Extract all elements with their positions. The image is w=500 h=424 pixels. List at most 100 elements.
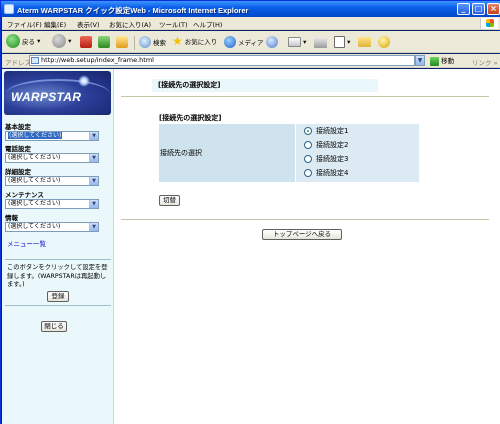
home-icon: [116, 36, 128, 48]
search-icon: [139, 36, 151, 48]
section-label: 基本設定: [5, 123, 31, 131]
back-icon: [6, 34, 20, 48]
chevron-down-icon: ▼: [89, 200, 98, 208]
forward-button[interactable]: ▾: [52, 34, 71, 50]
register-help-box: このボタンをクリックして設定を登録します。(WARPSTARは再起動します。) …: [5, 259, 111, 306]
basic-settings-select[interactable]: (選択してください) ▼: [5, 131, 99, 141]
section-maintenance: メンテナンス (選択してください) ▼: [5, 191, 111, 209]
chevron-down-icon: ▼: [89, 177, 98, 185]
title-bar[interactable]: Aterm WARPSTAR クイック設定Web - Microsoft Int…: [1, 1, 500, 17]
menu-tools[interactable]: ツール(T): [159, 19, 188, 29]
go-label: 移動: [441, 57, 455, 65]
section-info: 情報 (選択してください) ▼: [5, 214, 111, 232]
sidebar: WARPSTAR 基本設定 (選択してください) ▼ 電話設定 (選択してくださ…: [2, 69, 114, 424]
section-title: [接続先の選択設定]: [159, 114, 222, 122]
select-value: (選択してください): [8, 177, 61, 184]
home-button[interactable]: [116, 36, 128, 52]
register-help-text: このボタンをクリックして設定を登録します。(WARPSTARは再起動します。): [7, 264, 108, 288]
favorites-button[interactable]: ★ お気に入り: [172, 34, 217, 50]
maximize-button[interactable]: □: [472, 3, 485, 15]
close-button[interactable]: 閉じる: [41, 321, 67, 332]
chevron-down-icon: ▼: [89, 132, 98, 140]
refresh-button[interactable]: [98, 36, 110, 52]
page-title: [接続先の選択設定]: [152, 79, 378, 92]
connection-options: 接続設定1 接続設定2 接続設定3 接続設定4: [295, 124, 419, 182]
section-label: メンテナンス: [5, 191, 44, 199]
toolbar-separator: [134, 36, 135, 52]
radio-checked-icon[interactable]: [304, 127, 312, 135]
section-label: 電話設定: [5, 145, 31, 153]
menu-favorites[interactable]: お気に入り(A): [109, 19, 151, 29]
section-advanced: 詳細設定 (選択してください) ▼: [5, 168, 111, 186]
minimize-button[interactable]: _: [457, 3, 470, 15]
favorites-icon: ★: [172, 34, 183, 48]
logo-text: WARPSTAR: [11, 90, 82, 104]
links-button[interactable]: リンク »: [472, 57, 498, 67]
section-phone: 電話設定 (選択してください) ▼: [5, 145, 111, 163]
section-basic: 基本設定 (選択してください) ▼: [5, 123, 111, 141]
divider: [121, 219, 489, 220]
stop-button[interactable]: [80, 36, 92, 52]
menu-help[interactable]: ヘルプ(H): [193, 19, 222, 29]
chevron-down-icon: ▼: [89, 154, 98, 162]
maintenance-select[interactable]: (選択してください) ▼: [5, 199, 99, 209]
edit-icon: [334, 36, 345, 48]
select-value: (選択してください): [8, 200, 61, 207]
row-label: 接続先の選択: [159, 124, 295, 182]
register-button[interactable]: 登録: [47, 291, 69, 302]
stop-icon: [80, 36, 92, 48]
select-value: (選択してください): [8, 154, 61, 161]
go-arrow-icon: [430, 56, 439, 66]
menu-view[interactable]: 表示(V): [77, 19, 100, 29]
main-panel: [接続先の選択設定] [接続先の選択設定] 接続先の選択 接続設定1 接続設定2…: [115, 69, 500, 424]
address-url: http://web.setup/index_frame.html: [41, 56, 154, 64]
option-connection-3[interactable]: 接続設定3: [304, 153, 348, 165]
section-label: 詳細設定: [5, 168, 31, 176]
page-content: WARPSTAR 基本設定 (選択してください) ▼ 電話設定 (選択してくださ…: [2, 69, 500, 424]
close-window-button[interactable]: ×: [487, 3, 500, 15]
logo-star-icon: [78, 75, 90, 87]
browser-window: Aterm WARPSTAR クイック設定Web - Microsoft Int…: [0, 0, 500, 424]
advanced-settings-select[interactable]: (選択してください) ▼: [5, 176, 99, 186]
select-value: (選択してください): [8, 223, 61, 230]
search-button[interactable]: 検索: [139, 36, 166, 52]
select-value: (選択してください): [8, 132, 63, 139]
radio-icon[interactable]: [304, 141, 312, 149]
media-button[interactable]: メディア: [224, 36, 264, 52]
radio-icon[interactable]: [304, 169, 312, 177]
folder-button[interactable]: [358, 37, 371, 53]
option-connection-1[interactable]: 接続設定1: [304, 125, 348, 137]
chevron-down-icon: ▼: [89, 223, 98, 231]
media-icon: [224, 36, 236, 48]
menu-edit[interactable]: 編集(E): [44, 19, 66, 29]
back-to-top-button[interactable]: トップページへ戻る: [262, 229, 342, 240]
option-label: 接続設定4: [316, 169, 349, 177]
menu-list-link[interactable]: メニュー一覧: [7, 238, 46, 248]
option-label: 接続設定2: [316, 141, 349, 149]
radio-icon[interactable]: [304, 155, 312, 163]
option-label: 接続設定1: [316, 127, 349, 135]
messenger-button[interactable]: [378, 36, 390, 52]
ie-icon: [4, 4, 14, 14]
history-icon: [266, 36, 278, 48]
page-icon: [31, 57, 39, 64]
mail-button[interactable]: ▾: [288, 37, 306, 53]
info-select[interactable]: (選択してください) ▼: [5, 222, 99, 232]
address-input[interactable]: http://web.setup/index_frame.html: [29, 55, 415, 66]
address-bar: アドレス(D) http://web.setup/index_frame.htm…: [2, 54, 500, 68]
connection-select-table: 接続先の選択 接続設定1 接続設定2 接続設定3 接続設定4: [159, 124, 419, 182]
switch-button[interactable]: 切替: [159, 195, 180, 206]
print-button[interactable]: [314, 37, 327, 53]
edit-button[interactable]: ▾: [334, 36, 350, 52]
option-connection-2[interactable]: 接続設定2: [304, 139, 348, 151]
phone-settings-select[interactable]: (選択してください) ▼: [5, 153, 99, 163]
option-label: 接続設定3: [316, 155, 349, 163]
option-connection-4[interactable]: 接続設定4: [304, 167, 348, 179]
refresh-icon: [98, 36, 110, 48]
menu-file[interactable]: ファイル(F): [7, 19, 42, 29]
go-button[interactable]: 移動: [430, 55, 454, 66]
address-dropdown-icon[interactable]: ▼: [415, 55, 425, 66]
history-button[interactable]: [266, 36, 278, 52]
warpstar-logo: WARPSTAR: [4, 71, 111, 115]
back-button[interactable]: 戻る ▾: [6, 34, 40, 50]
